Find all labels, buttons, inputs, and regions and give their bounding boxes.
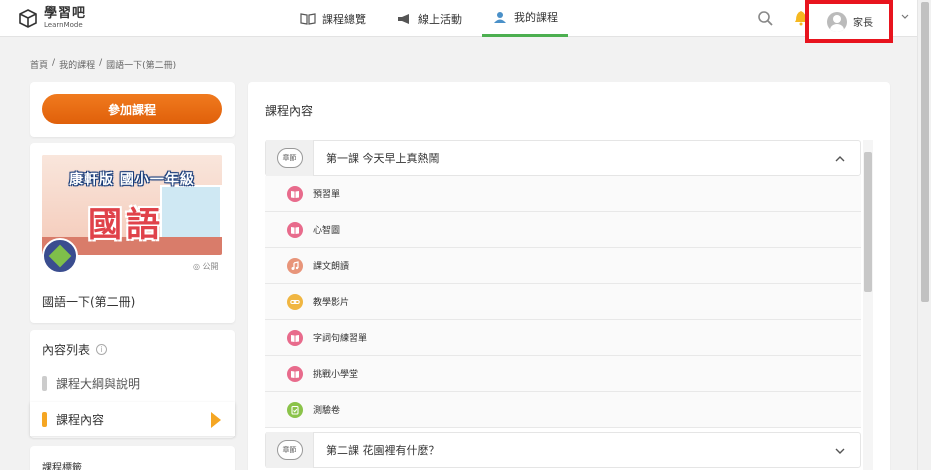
breadcrumb-separator: / (52, 58, 56, 68)
nav-my-courses-label: 我的課程 (514, 11, 558, 24)
book-icon (287, 221, 303, 238)
lesson-item[interactable]: 字詞句練習單 (265, 320, 861, 356)
lesson-item[interactable]: 挑戰小學堂 (265, 356, 861, 392)
content-list-title: 內容列表 (42, 343, 91, 357)
nav-online-activities[interactable]: 線上活動 (386, 0, 472, 37)
chevron-up-icon[interactable] (834, 153, 846, 165)
publisher-logo (42, 238, 78, 274)
logo-subtitle: LearnMode (44, 21, 83, 29)
megaphone-icon (398, 13, 409, 24)
logo-title: 學習吧 (44, 6, 87, 21)
open-book-icon (300, 12, 316, 25)
course-tags-card: 課程標籤 (30, 446, 235, 470)
chapter-title: 第二課 花園裡有什麼？ (326, 444, 440, 457)
user-name: 家長 (853, 18, 873, 29)
lesson-item[interactable]: 預習單 (265, 176, 861, 212)
course-name: 國語一下(第二冊) (42, 295, 136, 309)
content-list-card: 內容列表 i 課程大綱與說明 課程內容 (30, 330, 235, 438)
breadcrumb-home[interactable]: 首頁 (30, 58, 48, 71)
breadcrumb: 首頁 / 我的課程 / 國語一下(第二冊) (30, 58, 176, 71)
info-icon[interactable]: i (96, 344, 108, 355)
chapter-badge: 章節 (276, 148, 303, 168)
nav-course-overview[interactable]: 課程總覽 (290, 0, 376, 37)
nav-my-courses[interactable]: 我的課程 (482, 0, 568, 37)
toc-item-label: 課程內容 (56, 412, 105, 427)
toc-item-course-content[interactable]: 課程內容 (30, 402, 235, 436)
toc-item-syllabus[interactable]: 課程大綱與說明 (30, 366, 235, 400)
content-scrollbar[interactable] (863, 140, 873, 470)
public-label: 公開 (202, 262, 219, 271)
eye-icon: ◎ (193, 262, 200, 271)
lesson-item[interactable]: 課文朗讀 (265, 248, 861, 284)
chapter-badge: 章節 (276, 440, 303, 460)
window-illustration (160, 185, 222, 240)
chevron-down-icon[interactable] (834, 445, 846, 457)
play-arrow-icon (211, 412, 221, 428)
toc-indicator (42, 412, 47, 427)
course-info-card: 康軒版 國小一年級 國語 ◎ 公開 國語一下(第二冊) (30, 143, 235, 323)
page-scrollbar-thumb[interactable] (921, 2, 929, 302)
book-icon (287, 185, 303, 202)
lesson-label: 測驗卷 (313, 406, 341, 416)
cube-logo-icon (19, 9, 37, 28)
nav-online-activities-label: 線上活動 (418, 12, 462, 26)
lesson-label: 心智圖 (313, 226, 341, 236)
lesson-label: 預習單 (313, 190, 341, 200)
breadcrumb-current: 國語一下(第二冊) (106, 61, 177, 71)
course-tags-title: 課程標籤 (42, 463, 82, 470)
chevron-down-icon[interactable] (901, 13, 909, 21)
cover-title: 康軒版 國小一年級 (69, 172, 195, 188)
breadcrumb-separator: / (99, 58, 103, 68)
learnmode-logo[interactable]: 學習吧 LearnMode (18, 7, 86, 29)
avatar (827, 11, 847, 32)
main-nav: 課程總覽 線上活動 我的課程 (290, 0, 578, 37)
lesson-item[interactable]: 教學影片 (265, 284, 861, 320)
cover-subject: 國語 (88, 205, 164, 245)
top-navbar: 學習吧 LearnMode 課程總覽 線上活動 我的課程 (0, 0, 917, 37)
chapter-header[interactable]: 章節 第一課 今天早上真熱鬧 (265, 140, 861, 176)
nav-course-overview-label: 課程總覽 (322, 12, 366, 26)
toc-item-label: 課程大綱與說明 (56, 376, 141, 391)
user-menu-button[interactable]: 家長 (805, 0, 893, 43)
course-content-title: 課程內容 (265, 104, 314, 118)
chapter-title: 第一課 今天早上真熱鬧 (326, 152, 440, 165)
content-scrollbar-thumb[interactable] (864, 152, 872, 292)
lesson-label: 挑戰小學堂 (313, 370, 359, 380)
join-course-card: 參加課程 (30, 82, 235, 137)
public-badge: ◎ 公開 (193, 261, 219, 272)
lesson-label: 課文朗讀 (313, 262, 350, 272)
book-icon (287, 365, 303, 382)
chapter-list: 章節 第一課 今天早上真熱鬧 預習單 心智圖 課文朗讀 教學影片 字詞句練習單 … (265, 140, 873, 470)
breadcrumb-my-courses[interactable]: 我的課程 (59, 58, 95, 71)
search-icon[interactable] (757, 10, 773, 26)
lesson-label: 教學影片 (313, 298, 350, 308)
page-scrollbar[interactable] (917, 0, 931, 470)
toc-indicator (42, 376, 47, 391)
chapter-header[interactable]: 章節 第二課 花園裡有什麼？ (265, 432, 861, 468)
quiz-icon (287, 401, 303, 418)
join-course-button[interactable]: 參加課程 (42, 94, 222, 124)
course-content-panel: 課程內容 章節 第一課 今天早上真熱鬧 預習單 心智圖 課文朗讀 教學影片 字詞… (248, 82, 890, 470)
lesson-item[interactable]: 心智圖 (265, 212, 861, 248)
book-icon (287, 329, 303, 346)
lesson-item[interactable]: 測驗卷 (265, 392, 861, 428)
link-icon (287, 293, 303, 310)
student-icon (494, 12, 506, 23)
music-icon (287, 257, 303, 274)
lesson-label: 字詞句練習單 (313, 334, 368, 344)
